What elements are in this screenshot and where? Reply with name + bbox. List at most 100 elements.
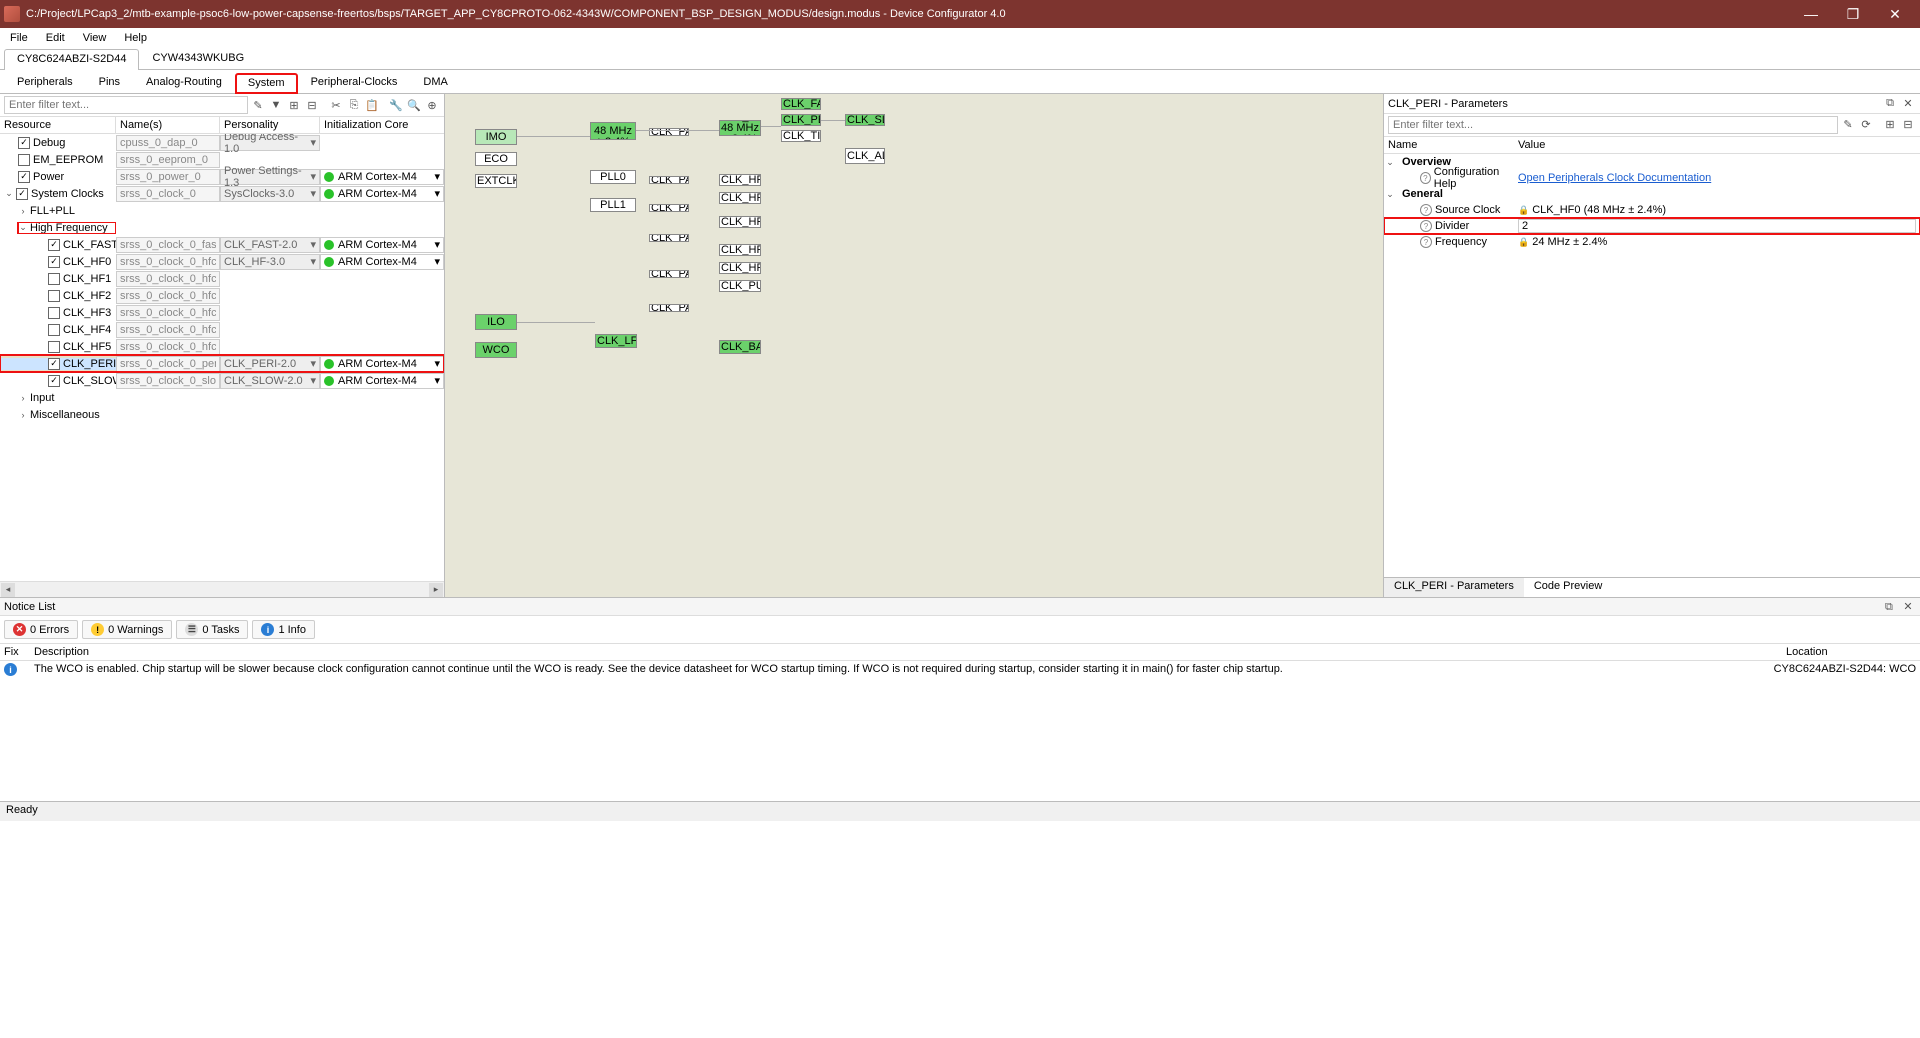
device-tab-cyw[interactable]: CYW4343WKUBG bbox=[139, 48, 257, 69]
row-clk-peri[interactable]: CLK_PERI CLK_PERI-2.0▾ ARM Cortex-M4▾ bbox=[0, 355, 444, 372]
params-refresh-icon[interactable]: ⟳ bbox=[1858, 116, 1874, 132]
param-confhelp[interactable]: ?Configuration Help Open Peripherals Clo… bbox=[1384, 170, 1920, 186]
diag-clk-hf0[interactable]: CLK_HF048 MHz ± 2.4% bbox=[719, 120, 761, 136]
power-name-input[interactable] bbox=[116, 169, 220, 185]
row-clk-hf2[interactable]: CLK_HF2 bbox=[0, 287, 444, 304]
row-clk-hf4[interactable]: CLK_HF4 bbox=[0, 321, 444, 338]
diag-extclk[interactable]: EXTCLK bbox=[475, 174, 517, 188]
clk-peri-core-drop[interactable]: ARM Cortex-M4▾ bbox=[320, 356, 444, 372]
tool-icon-1[interactable]: 🔧 bbox=[388, 97, 404, 113]
params-popout-icon[interactable]: ⧉ bbox=[1882, 96, 1898, 112]
eeprom-checkbox[interactable] bbox=[18, 154, 30, 166]
power-checkbox[interactable] bbox=[18, 171, 30, 183]
menu-edit[interactable]: Edit bbox=[42, 30, 69, 46]
diag-fll[interactable]: FLL48 MHz ± 2.4% bbox=[590, 122, 636, 140]
sysclocks-expander[interactable]: ⌄ bbox=[4, 188, 14, 199]
collapse-all-icon[interactable]: ⊟ bbox=[304, 97, 320, 113]
params-edit-icon[interactable]: ✎ bbox=[1840, 116, 1856, 132]
clk-peri-personality-drop[interactable]: CLK_PERI-2.0▾ bbox=[220, 356, 320, 372]
header-names[interactable]: Name(s) bbox=[116, 117, 220, 133]
clk-hf3-checkbox[interactable] bbox=[48, 307, 60, 319]
scroll-left-icon[interactable]: ◂ bbox=[1, 583, 15, 597]
debug-personality-drop[interactable]: Debug Access-1.0▾ bbox=[220, 135, 320, 151]
clk-slow-checkbox[interactable] bbox=[48, 375, 60, 387]
notice-header-fix[interactable]: Fix bbox=[4, 646, 34, 658]
tab-code-preview[interactable]: Code Preview bbox=[1524, 578, 1612, 597]
clk-peri-checkbox[interactable] bbox=[48, 358, 60, 370]
clk-hf2-checkbox[interactable] bbox=[48, 290, 60, 302]
close-button[interactable]: ✕ bbox=[1874, 0, 1916, 28]
clk-fast-core-drop[interactable]: ARM Cortex-M4▾ bbox=[320, 237, 444, 253]
notice-row-wco[interactable]: i The WCO is enabled. Chip startup will … bbox=[0, 661, 1920, 678]
tab-system[interactable]: System bbox=[235, 73, 298, 94]
row-clk-hf0[interactable]: CLK_HF0 CLK_HF-3.0▾ ARM Cortex-M4▾ bbox=[0, 253, 444, 270]
maximize-button[interactable]: ❐ bbox=[1832, 0, 1874, 28]
input-expander[interactable]: › bbox=[18, 393, 28, 403]
clk-hf0-core-drop[interactable]: ARM Cortex-M4▾ bbox=[320, 254, 444, 270]
notice-header-desc[interactable]: Description bbox=[34, 646, 1786, 658]
row-clk-hf5[interactable]: CLK_HF5 bbox=[0, 338, 444, 355]
clk-hf0-name-input[interactable] bbox=[116, 254, 220, 270]
row-sysclocks[interactable]: ⌄System Clocks SysClocks-3.0▾ ARM Cortex… bbox=[0, 185, 444, 202]
row-clk-fast[interactable]: CLK_FAST CLK_FAST-2.0▾ ARM Cortex-M4▾ bbox=[0, 236, 444, 253]
expand-all-icon[interactable]: ⊞ bbox=[286, 97, 302, 113]
notice-tab-tasks[interactable]: ☰0 Tasks bbox=[176, 620, 248, 639]
help-icon[interactable]: ? bbox=[1420, 172, 1431, 184]
param-source-clock[interactable]: ?Source Clock 🔒CLK_HF0 (48 MHz ± 2.4%) bbox=[1384, 202, 1920, 218]
clk-hf1-checkbox[interactable] bbox=[48, 273, 60, 285]
search-icon[interactable]: 🔍 bbox=[406, 97, 422, 113]
diag-clk-alt[interactable]: CLK_ALT_SYS_TICK bbox=[845, 148, 885, 164]
row-highfreq[interactable]: ⌄High Frequency bbox=[0, 219, 444, 236]
clk-slow-personality-drop[interactable]: CLK_SLOW-2.0▾ bbox=[220, 373, 320, 389]
diag-eco[interactable]: ECO bbox=[475, 152, 517, 166]
row-clk-hf3[interactable]: CLK_HF3 bbox=[0, 304, 444, 321]
clk-fast-checkbox[interactable] bbox=[48, 239, 60, 251]
menu-view[interactable]: View bbox=[79, 30, 111, 46]
confhelp-link[interactable]: Open Peripherals Clock Documentation bbox=[1518, 172, 1711, 184]
notice-header-loc[interactable]: Location bbox=[1786, 646, 1916, 658]
cut-icon[interactable]: ✂ bbox=[328, 97, 344, 113]
clk-peri-name-input[interactable] bbox=[116, 356, 220, 372]
notice-popout-icon[interactable]: ⧉ bbox=[1881, 599, 1897, 615]
help-icon[interactable]: ? bbox=[1420, 204, 1432, 216]
diag-ilo[interactable]: ILO bbox=[475, 314, 517, 330]
param-divider[interactable]: ?Divider bbox=[1384, 218, 1920, 234]
highfreq-expander[interactable]: ⌄ bbox=[18, 222, 28, 233]
clk-hf1-name-input[interactable] bbox=[116, 271, 220, 287]
diag-clk-hf2[interactable]: CLK_HF2 bbox=[719, 192, 761, 204]
help-icon[interactable]: ? bbox=[1420, 236, 1432, 248]
notice-close-icon[interactable]: ✕ bbox=[1900, 598, 1916, 614]
clk-slow-core-drop[interactable]: ARM Cortex-M4▾ bbox=[320, 373, 444, 389]
row-eeprom[interactable]: EM_EEPROM bbox=[0, 151, 444, 168]
row-misc[interactable]: ›Miscellaneous bbox=[0, 406, 444, 423]
diag-imo[interactable]: IMO bbox=[475, 129, 517, 145]
menu-file[interactable]: File bbox=[6, 30, 32, 46]
sysclocks-checkbox[interactable] bbox=[16, 188, 28, 200]
params-expand-icon[interactable]: ⊞ bbox=[1882, 116, 1898, 132]
params-header-value[interactable]: Value bbox=[1514, 137, 1920, 153]
resource-filter-input[interactable] bbox=[4, 96, 248, 114]
clk-hf0-checkbox[interactable] bbox=[48, 256, 60, 268]
diag-clk-lf[interactable]: CLK_LF bbox=[595, 334, 637, 348]
row-fllpll[interactable]: ›FLL+PLL bbox=[0, 202, 444, 219]
params-filter-input[interactable] bbox=[1388, 116, 1838, 134]
device-tab-cy8c[interactable]: CY8C624ABZI-S2D44 bbox=[4, 49, 139, 70]
param-frequency[interactable]: ?Frequency 🔒24 MHz ± 2.4% bbox=[1384, 234, 1920, 250]
header-personality[interactable]: Personality bbox=[220, 117, 320, 133]
tab-peripheral-clocks[interactable]: Peripheral-Clocks bbox=[298, 72, 411, 93]
minimize-button[interactable]: — bbox=[1790, 0, 1832, 28]
row-input[interactable]: ›Input bbox=[0, 389, 444, 406]
edit-icon[interactable]: ✎ bbox=[250, 97, 266, 113]
scroll-right-icon[interactable]: ▸ bbox=[429, 583, 443, 597]
params-collapse-icon[interactable]: ⊟ bbox=[1900, 116, 1916, 132]
diag-clk-fast[interactable]: CLK_FAST bbox=[781, 98, 821, 110]
diag-clk-hf5[interactable]: CLK_HF5 bbox=[719, 262, 761, 274]
diag-pll0[interactable]: PLL0 bbox=[590, 170, 636, 184]
paste-icon[interactable]: 📋 bbox=[364, 97, 380, 113]
tree-scrollbar-h[interactable]: ◂ ▸ bbox=[0, 581, 444, 597]
sysclocks-core-drop[interactable]: ARM Cortex-M4▾ bbox=[320, 186, 444, 202]
sysclocks-personality-drop[interactable]: SysClocks-3.0▾ bbox=[220, 186, 320, 202]
diag-clk-slow[interactable]: CLK_SLOW bbox=[845, 114, 885, 126]
clk-hf3-name-input[interactable] bbox=[116, 305, 220, 321]
tab-clk-peri-params[interactable]: CLK_PERI - Parameters bbox=[1384, 578, 1524, 597]
